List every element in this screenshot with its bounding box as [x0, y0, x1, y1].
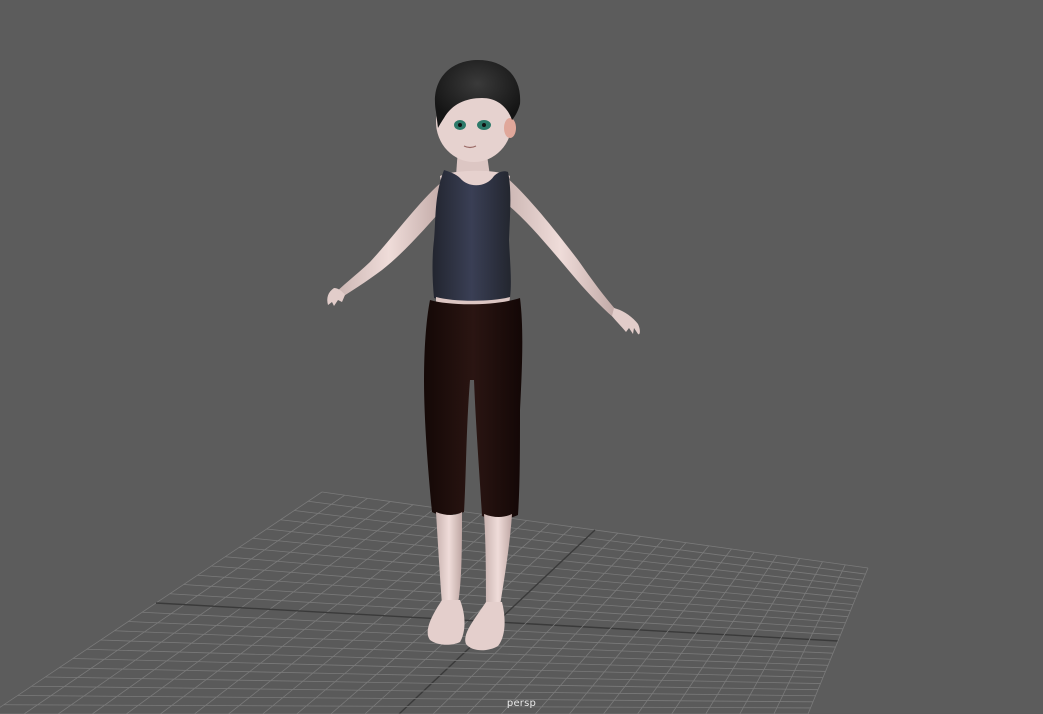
- camera-name-label: persp: [506, 698, 537, 709]
- right-arm: [502, 176, 618, 318]
- perspective-viewport[interactable]: persp: [0, 0, 1043, 714]
- ear: [504, 118, 516, 138]
- right-hand: [612, 308, 640, 335]
- scene-canvas[interactable]: [0, 0, 1043, 714]
- ground-grid: [0, 491, 869, 714]
- tank-top: [432, 170, 511, 303]
- left-arm: [332, 180, 446, 301]
- capri-pants: [424, 298, 523, 519]
